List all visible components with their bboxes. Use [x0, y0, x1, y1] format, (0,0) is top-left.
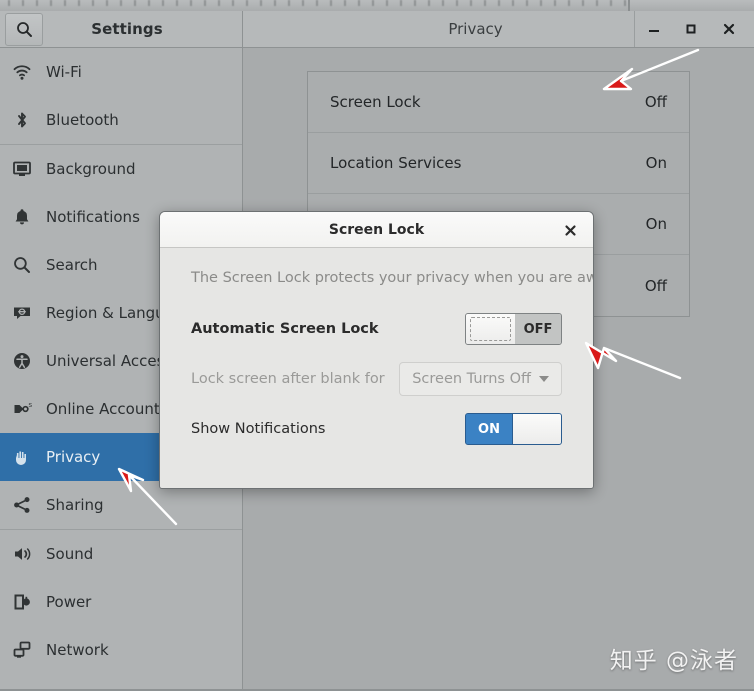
lock-screen-after-blank-row: Lock screen after blank for Screen Turns… — [191, 354, 562, 404]
toggle-state-label: ON — [466, 414, 512, 444]
screenshot-root: Settings Privacy Wi-Fi Bluetooth Backgro… — [0, 0, 754, 691]
toggle-knob — [466, 314, 515, 344]
row-label: Screen Lock — [330, 93, 421, 111]
sound-icon — [12, 544, 46, 564]
watermark: 知乎 @泳者 — [609, 648, 738, 674]
window-controls — [634, 11, 754, 47]
universal-access-icon — [12, 351, 46, 371]
row-value: Off — [644, 276, 667, 295]
show-notifications-label: Show Notifications — [191, 421, 326, 437]
close-icon — [723, 23, 735, 35]
titlebar-right-pane: Privacy — [243, 11, 754, 47]
background-icon — [12, 159, 46, 179]
maximize-button[interactable] — [672, 11, 710, 47]
sidebar-item-label: Power — [46, 593, 92, 611]
search-icon — [12, 255, 46, 275]
sidebar-item-label: Sound — [46, 545, 94, 563]
sidebar-item-network[interactable]: Network — [0, 626, 242, 674]
table-row[interactable]: Location Services On — [308, 133, 689, 194]
sidebar-item-power[interactable]: Power — [0, 578, 242, 626]
chevron-down-icon — [539, 376, 549, 382]
sidebar-item-label: Privacy — [46, 448, 101, 466]
toggle-focus-outline — [470, 317, 511, 341]
lock-delay-dropdown[interactable]: Screen Turns Off — [399, 362, 562, 396]
dialog-header: Screen Lock — [160, 212, 593, 248]
automatic-screen-lock-label: Automatic Screen Lock — [191, 321, 379, 337]
sidebar-item-label: Online Accounts — [46, 400, 168, 418]
sidebar-item-label: Universal Access — [46, 352, 173, 370]
toggle-knob — [512, 414, 561, 444]
automatic-screen-lock-toggle[interactable]: OFF — [465, 313, 562, 345]
dialog-body: The Screen Lock protects your privacy wh… — [160, 248, 593, 454]
wifi-icon — [12, 62, 46, 82]
minimize-button[interactable] — [634, 11, 672, 47]
search-button[interactable] — [5, 13, 43, 46]
titlebar: Settings Privacy — [0, 11, 754, 48]
maximize-icon — [686, 24, 696, 34]
show-notifications-row: Show Notifications ON — [191, 404, 562, 454]
svg-text:s: s — [29, 402, 33, 409]
dialog-title: Screen Lock — [328, 221, 425, 238]
page-title: Privacy — [448, 20, 503, 38]
minimize-icon — [648, 30, 659, 32]
sharing-icon — [12, 495, 46, 515]
online-accounts-icon: s — [12, 399, 46, 419]
close-button[interactable] — [710, 11, 748, 47]
sidebar-item-bluetooth[interactable]: Bluetooth — [0, 96, 242, 144]
background-window-edge — [628, 0, 630, 11]
sidebar-item-label: Background — [46, 160, 136, 178]
sidebar-item-wifi[interactable]: Wi-Fi — [0, 48, 242, 96]
titlebar-left-pane: Settings — [0, 11, 243, 47]
row-value: On — [645, 154, 667, 172]
close-icon — [564, 224, 576, 236]
automatic-screen-lock-row: Automatic Screen Lock OFF — [191, 304, 562, 354]
dialog-close-button[interactable] — [559, 212, 581, 248]
row-value: Off — [644, 93, 667, 111]
show-notifications-toggle[interactable]: ON — [465, 413, 562, 445]
region-language-icon — [12, 303, 46, 323]
sidebar-item-sound[interactable]: Sound — [0, 530, 242, 578]
bell-icon — [12, 207, 46, 227]
bluetooth-icon — [12, 110, 46, 130]
sidebar-item-label: Wi-Fi — [46, 63, 82, 81]
background-window-sliver — [0, 0, 754, 11]
row-value: On — [645, 215, 667, 233]
background-window-ruler — [8, 0, 628, 6]
power-icon — [12, 592, 46, 612]
sidebar-item-label: Search — [46, 256, 98, 274]
toggle-state-label: OFF — [515, 314, 561, 344]
screen-lock-dialog: Screen Lock The Screen Lock protects you… — [159, 211, 594, 489]
privacy-hand-icon — [12, 447, 46, 467]
sidebar-item-label: Bluetooth — [46, 111, 119, 129]
sidebar-item-label: Network — [46, 641, 109, 659]
table-row[interactable]: Screen Lock Off — [308, 72, 689, 133]
lock-screen-after-blank-label: Lock screen after blank for — [191, 371, 385, 387]
sidebar-item-background[interactable]: Background — [0, 145, 242, 193]
network-icon — [12, 640, 46, 660]
lock-delay-value: Screen Turns Off — [412, 371, 531, 387]
dialog-description: The Screen Lock protects your privacy wh… — [191, 270, 594, 286]
sidebar-item-label: Sharing — [46, 496, 104, 514]
search-icon — [16, 22, 32, 37]
sidebar-item-label: Notifications — [46, 208, 140, 226]
row-label: Location Services — [330, 154, 462, 172]
settings-window: Settings Privacy Wi-Fi Bluetooth Backgro… — [0, 11, 754, 691]
